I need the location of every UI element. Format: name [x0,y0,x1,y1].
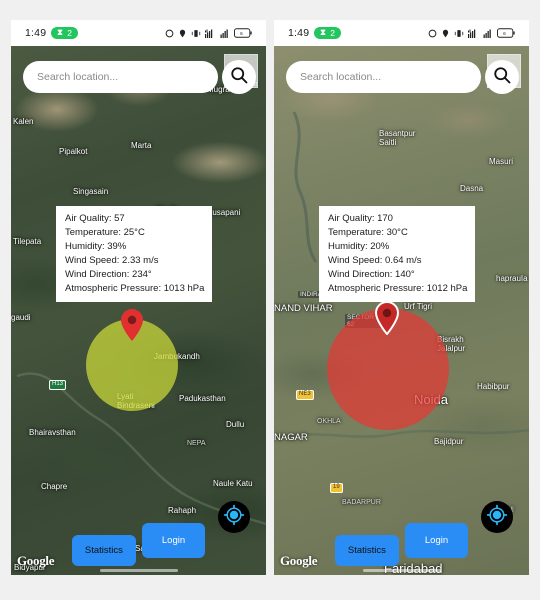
status-time: 1:49 [25,27,47,39]
magnifier-icon [229,65,249,90]
info-wind-direction: Wind Direction: 234° [65,269,152,281]
signal-icon [205,29,216,38]
location-icon [178,29,187,38]
signal-2-icon [220,29,230,38]
bottom-action-buttons: Statistics Login [11,522,266,566]
air-quality-info-panel: Air Quality: 170 Temperature: 30°C Humidit… [319,206,476,303]
map-view[interactable]: MugraGelaKalenPipalkotMartaSingasainBisa… [11,46,266,575]
status-time: 1:49 [288,27,310,39]
login-button[interactable]: Login [404,522,469,558]
phone-screenshot-left: 1:49 2 6 MugraGelaKalenPipalkotMartaSingasa… [11,20,266,575]
battery-icon: 6 [497,28,515,38]
login-button[interactable]: Login [141,522,206,558]
status-bar-right: 6 [165,28,252,38]
bottom-action-buttons: Statistics Login [274,522,529,566]
road-shield: NE3 [296,390,314,400]
magnifier-icon [492,65,512,90]
search-input[interactable]: Search location... [286,61,481,93]
notification-count: 2 [330,27,335,38]
road-shield: 19 [330,483,343,493]
status-bar-right: 6 [428,28,515,38]
road-shield: H13 [49,380,67,390]
info-temperature: Temperature: 25°C [65,227,145,239]
status-bar-left: 1:49 2 [25,27,78,39]
notification-badge: 2 [51,27,78,39]
location-icon [441,29,450,38]
signal-2-icon [483,29,493,38]
info-humidity: Humidity: 20% [328,241,390,253]
status-bar-left: 1:49 2 [288,27,341,39]
search-placeholder: Search location... [300,71,382,83]
phone-screenshot-right: 1:49 2 6 Basantpur Saitli Masuri Dasna haprauI… [274,20,529,575]
search-input[interactable]: Search location... [23,61,218,93]
info-wind-direction: Wind Direction: 140° [328,269,415,281]
battery-icon: 6 [234,28,252,38]
vibrate-icon [191,29,201,38]
location-pin-marker[interactable] [119,308,145,347]
info-pressure: Atmospheric Pressure: 1013 hPa [65,283,205,295]
status-bar: 1:49 2 6 [11,20,266,46]
notification-count: 2 [67,27,72,38]
svg-text:6: 6 [503,31,506,37]
map-view[interactable]: Basantpur SaitliMasuriDasnahaprauIaKhurd… [274,46,529,575]
search-row: Search location... [23,54,258,94]
signal-icon [468,29,479,38]
search-placeholder: Search location... [37,71,119,83]
info-wind-speed: Wind Speed: 0.64 m/s [328,255,422,267]
info-pressure: Atmospheric Pressure: 1012 hPa [328,283,468,295]
search-button[interactable] [485,60,519,94]
navigation-bar-hint [362,569,441,572]
statistics-button[interactable]: Statistics [334,534,399,566]
dnd-icon [428,29,437,38]
info-humidity: Humidity: 39% [65,241,127,253]
search-row: Search location... [286,54,521,94]
notification-badge: 2 [314,27,341,39]
svg-text:6: 6 [240,31,243,37]
navigation-bar-hint [99,569,178,572]
search-button[interactable] [222,60,256,94]
status-bar: 1:49 2 6 [274,20,529,46]
info-air-quality: Air Quality: 57 [65,213,125,224]
statistics-button[interactable]: Statistics [71,534,136,566]
air-quality-info-panel: Air Quality: 57 Temperature: 25°C Humidity… [56,206,213,303]
info-air-quality: Air Quality: 170 [328,213,393,224]
info-wind-speed: Wind Speed: 2.33 m/s [65,255,159,267]
location-pin-marker[interactable] [374,300,400,340]
screenshot-stage: 1:49 2 6 MugraGelaKalenPipalkotMartaSingasa… [0,0,540,600]
info-temperature: Temperature: 30°C [328,227,408,239]
dnd-icon [165,29,174,38]
vibrate-icon [454,29,464,38]
